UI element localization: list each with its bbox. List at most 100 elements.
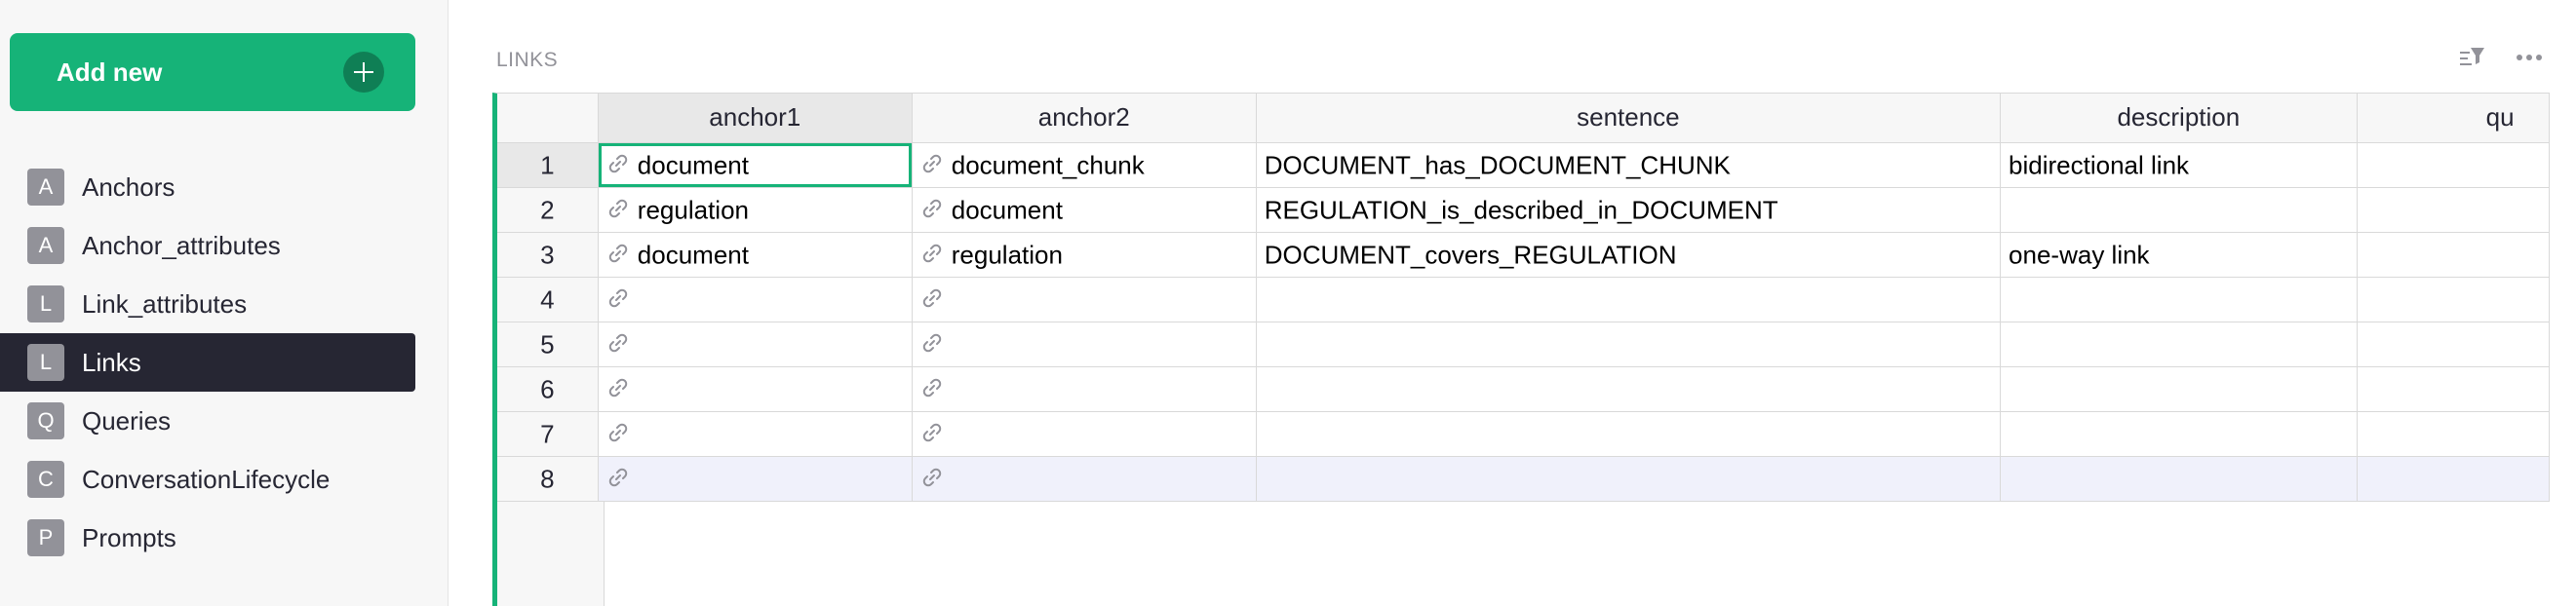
- link-icon: [920, 242, 944, 265]
- column-header-sentence[interactable]: sentence: [1256, 94, 2002, 143]
- sidebar-item-prompts[interactable]: P Prompts: [0, 509, 415, 567]
- table-row: 7: [497, 411, 2550, 457]
- cell-description[interactable]: [2000, 411, 2358, 457]
- link-icon: [920, 197, 944, 220]
- cell-anchor2[interactable]: [912, 411, 1257, 457]
- sort-filter-icon[interactable]: [2458, 43, 2487, 72]
- sidebar-item-label: Prompts: [82, 523, 176, 552]
- sidebar-item-links[interactable]: L Links: [0, 333, 415, 392]
- row-number[interactable]: 1: [497, 142, 599, 188]
- cell-description[interactable]: [2000, 456, 2358, 502]
- page-initial-icon: C: [27, 461, 64, 498]
- cell-text: document: [637, 240, 749, 270]
- cell-anchor2[interactable]: [912, 322, 1257, 367]
- page-initial-icon: A: [27, 169, 64, 206]
- cell-anchor1[interactable]: [598, 366, 913, 412]
- page-initial-icon: A: [27, 227, 64, 264]
- cell-anchor1[interactable]: document: [598, 232, 913, 278]
- link-icon: [920, 152, 944, 175]
- cell-anchor1[interactable]: regulation: [598, 187, 913, 233]
- column-header-anchor1[interactable]: anchor1: [598, 94, 913, 143]
- cell-q[interactable]: [2357, 456, 2550, 502]
- row-number[interactable]: 2: [497, 187, 599, 233]
- row-number[interactable]: 5: [497, 322, 599, 367]
- sidebar-item-conversation-lifecycle[interactable]: C ConversationLifecycle: [0, 450, 415, 509]
- link-icon: [606, 421, 630, 444]
- cell-anchor2[interactable]: document: [912, 187, 1257, 233]
- cell-text: regulation: [951, 240, 1063, 270]
- page-initial-icon: L: [27, 344, 64, 381]
- cell-anchor2[interactable]: document_chunk: [912, 142, 1257, 188]
- cell-sentence[interactable]: [1256, 411, 2002, 457]
- more-icon[interactable]: [2514, 43, 2545, 72]
- cell-sentence[interactable]: [1256, 366, 2002, 412]
- cell-sentence[interactable]: [1256, 277, 2002, 322]
- cell-q[interactable]: [2357, 277, 2550, 322]
- cell-q[interactable]: [2357, 187, 2550, 233]
- cell-description[interactable]: bidirectional link: [2000, 142, 2358, 188]
- cell-text: bidirectional link: [2009, 150, 2190, 180]
- cell-sentence[interactable]: [1256, 456, 2002, 502]
- corner-cell[interactable]: [497, 94, 599, 143]
- link-icon: [920, 286, 944, 310]
- link-icon: [606, 197, 630, 220]
- row-number[interactable]: 3: [497, 232, 599, 278]
- sidebar-item-link-attributes[interactable]: L Link_attributes: [0, 275, 415, 333]
- cell-sentence[interactable]: DOCUMENT_has_DOCUMENT_CHUNK: [1256, 142, 2002, 188]
- cell-q[interactable]: [2357, 322, 2550, 367]
- row-number[interactable]: 6: [497, 366, 599, 412]
- cell-text: document: [951, 195, 1063, 225]
- sidebar-item-label: Link_attributes: [82, 289, 248, 319]
- cell-description[interactable]: [2000, 322, 2358, 367]
- cell-anchor2[interactable]: [912, 366, 1257, 412]
- cell-anchor2[interactable]: [912, 456, 1257, 502]
- cell-sentence[interactable]: DOCUMENT_covers_REGULATION: [1256, 232, 2002, 278]
- cell-anchor2[interactable]: [912, 277, 1257, 322]
- page-initial-icon: P: [27, 519, 64, 556]
- cell-anchor1[interactable]: document: [598, 142, 913, 188]
- column-header-description[interactable]: description: [2000, 94, 2358, 143]
- cell-q[interactable]: [2357, 411, 2550, 457]
- cell-anchor1[interactable]: [598, 277, 913, 322]
- header-row: anchor1 anchor2 sentence description qu: [497, 94, 2550, 143]
- sidebar-item-queries[interactable]: Q Queries: [0, 392, 415, 450]
- column-header-anchor2[interactable]: anchor2: [912, 94, 1257, 143]
- link-icon: [606, 376, 630, 399]
- app-window: Add new A Anchors A Anchor_attributes L …: [0, 0, 2576, 606]
- cell-sentence[interactable]: [1256, 322, 2002, 367]
- page-list: A Anchors A Anchor_attributes L Link_att…: [0, 158, 415, 567]
- cell-anchor1[interactable]: [598, 322, 913, 367]
- cell-anchor1[interactable]: [598, 456, 913, 502]
- row-number[interactable]: 7: [497, 411, 599, 457]
- link-icon: [606, 242, 630, 265]
- cell-text: DOCUMENT_covers_REGULATION: [1264, 240, 1677, 270]
- cell-q[interactable]: [2357, 366, 2550, 412]
- cell-description[interactable]: one-way link: [2000, 232, 2358, 278]
- cell-sentence[interactable]: REGULATION_is_described_in_DOCUMENT: [1256, 187, 2002, 233]
- cell-description[interactable]: [2000, 277, 2358, 322]
- cell-text: 8: [540, 464, 555, 494]
- cell-text: 4: [540, 284, 555, 315]
- sidebar-item-label: Links: [82, 348, 141, 377]
- sidebar-item-label: ConversationLifecycle: [82, 465, 331, 494]
- cell-q[interactable]: [2357, 232, 2550, 278]
- table-row: 2 regulation document REGULATION_is_describ…: [497, 187, 2550, 233]
- cell-q[interactable]: [2357, 142, 2550, 188]
- link-icon: [606, 286, 630, 310]
- cell-anchor2[interactable]: regulation: [912, 232, 1257, 278]
- column-header-qu[interactable]: qu: [2357, 94, 2550, 143]
- row-number[interactable]: 8: [497, 456, 599, 502]
- sidebar-item-label: Anchors: [82, 172, 176, 202]
- sidebar-item-anchors[interactable]: A Anchors: [0, 158, 415, 216]
- add-new-button[interactable]: Add new: [10, 33, 415, 111]
- row-number[interactable]: 4: [497, 277, 599, 322]
- link-icon: [920, 376, 944, 399]
- plus-icon: [343, 52, 384, 93]
- cell-anchor1[interactable]: [598, 411, 913, 457]
- page-initial-icon: Q: [27, 402, 64, 439]
- cell-text: 5: [540, 329, 555, 360]
- sidebar-item-anchor-attributes[interactable]: A Anchor_attributes: [0, 216, 415, 275]
- cell-description[interactable]: [2000, 187, 2358, 233]
- table-row: 1 document document_chunk DOCUMENT_has_DOCU…: [497, 142, 2550, 188]
- cell-description[interactable]: [2000, 366, 2358, 412]
